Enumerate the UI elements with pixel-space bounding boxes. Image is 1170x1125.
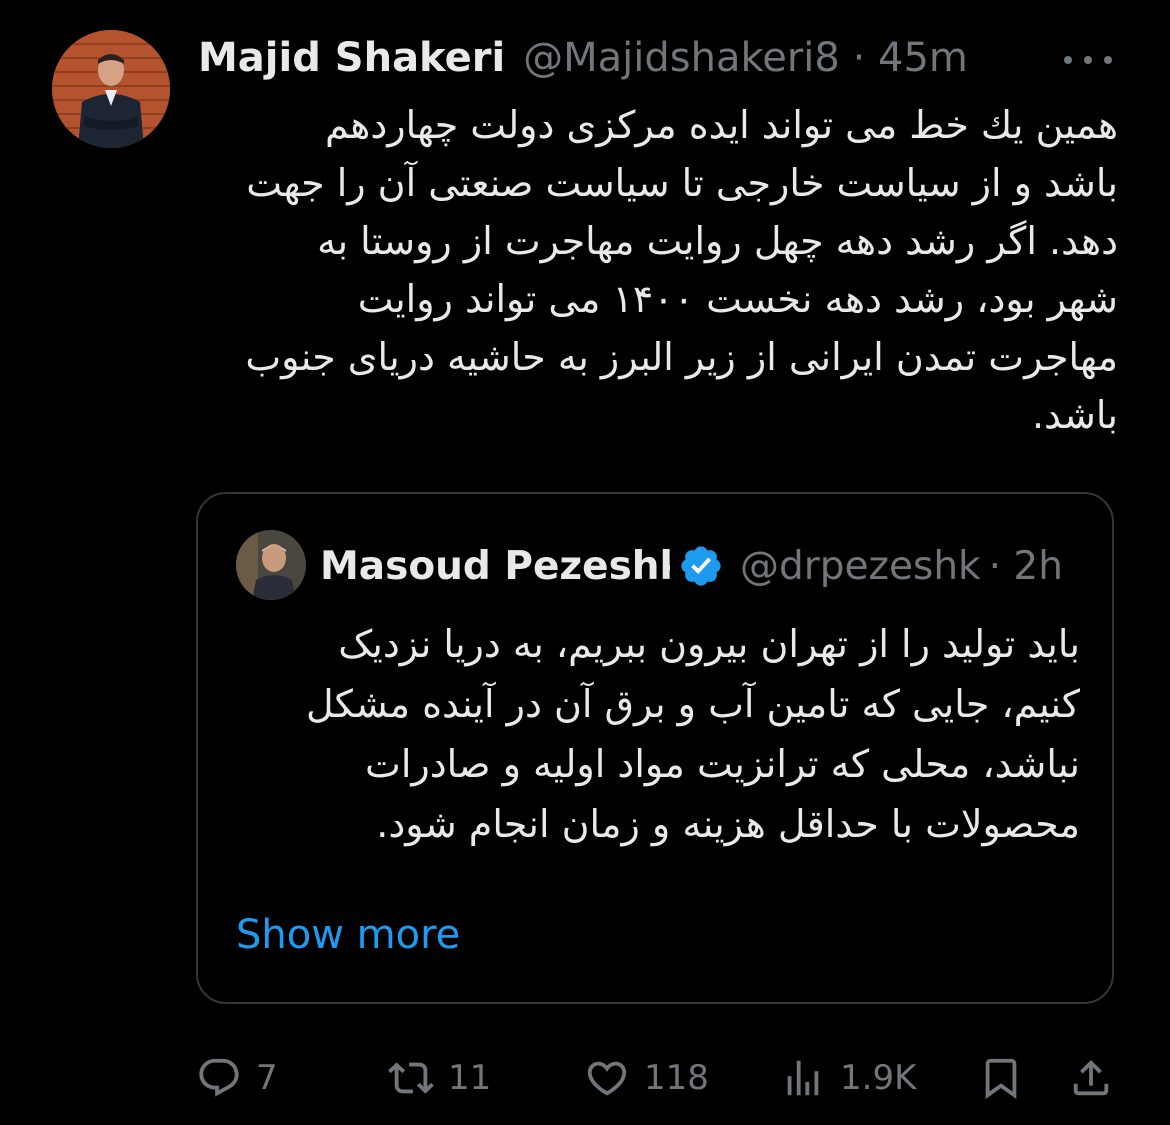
author-handle-time[interactable]: @Majidshakeri8 · 45m [523,35,968,81]
more-dot [1104,56,1112,64]
like-button[interactable]: 118 [584,1046,709,1110]
quoted-line: کنیم، جایی که تامین آب و برق آن در آینده… [306,682,1080,726]
reply-count: 7 [256,1058,278,1098]
repost-count: 11 [448,1058,492,1098]
views-count: 1.9K [840,1058,917,1098]
tweet-line: شهر بود، رشد دهه نخست ۱۴۰۰ می تواند روای… [357,277,1118,321]
quoted-author-avatar[interactable] [236,530,306,600]
author-avatar-image [52,30,170,148]
tweet-line: دهد. اگر رشد دهه چهل روایت مهاجرت از روس… [317,219,1118,263]
quoted-tweet[interactable]: Masoud Pezeshk @drpezeshk · 2h باید تولی… [196,492,1114,1004]
bookmark-icon [985,1058,1017,1099]
author-avatar[interactable] [52,30,170,148]
repost-icon [388,1062,434,1094]
quoted-author-handle[interactable]: @drpezeshk [740,544,981,589]
views-icon [787,1060,819,1096]
quoted-line: محصولات با حداقل هزینه و زمان انجام شود. [376,802,1080,846]
quoted-time: · 2h [988,543,1063,589]
tweet-text: همین یك خط می تواند ایده مرکزی دولت چهار… [196,96,1118,444]
show-more-link[interactable]: Show more [236,912,460,958]
quoted-line: نباشد، محلی که ترانزیت مواد اولیه و صادر… [365,742,1080,786]
repost-button[interactable]: 11 [388,1046,491,1110]
like-count: 118 [644,1058,709,1098]
more-dot [1064,56,1072,64]
verified-badge-icon [681,546,721,586]
author-name[interactable]: Majid Shakeri [198,35,505,81]
share-button[interactable] [1068,1046,1114,1110]
tweet-line: باشد و از سیاست خارجی تا سیاست صنعتی آن … [246,161,1118,205]
reply-icon [199,1058,239,1097]
tweet-header: Majid Shakeri @Majidshakeri8 · 45m [198,28,968,88]
action-bar: 7 11 118 1.9K [196,1046,1120,1110]
quoted-header: Masoud Pezeshk @drpezeshk · 2h [320,536,1090,596]
tweet-line: باشد. [1031,393,1118,437]
quoted-text: باید تولید را از تهران بیرون ببریم، به د… [258,614,1080,854]
quoted-author-name[interactable]: Masoud Pezeshk [320,544,670,589]
views-button[interactable]: 1.9K [780,1046,916,1110]
heart-icon [587,1061,627,1096]
more-dot [1084,56,1092,64]
reply-button[interactable]: 7 [196,1046,278,1110]
tweet-line: مهاجرت تمدن ایرانی از زیر البرز به حاشیه… [245,335,1118,379]
tweet-line: همین یك خط می تواند ایده مرکزی دولت چهار… [325,103,1118,147]
more-icon[interactable] [1064,40,1112,80]
share-icon [1073,1059,1109,1096]
quoted-line: باید تولید را از تهران بیرون ببریم، به د… [338,622,1080,666]
quoted-avatar-image [236,530,306,600]
bookmark-button[interactable] [978,1046,1024,1110]
